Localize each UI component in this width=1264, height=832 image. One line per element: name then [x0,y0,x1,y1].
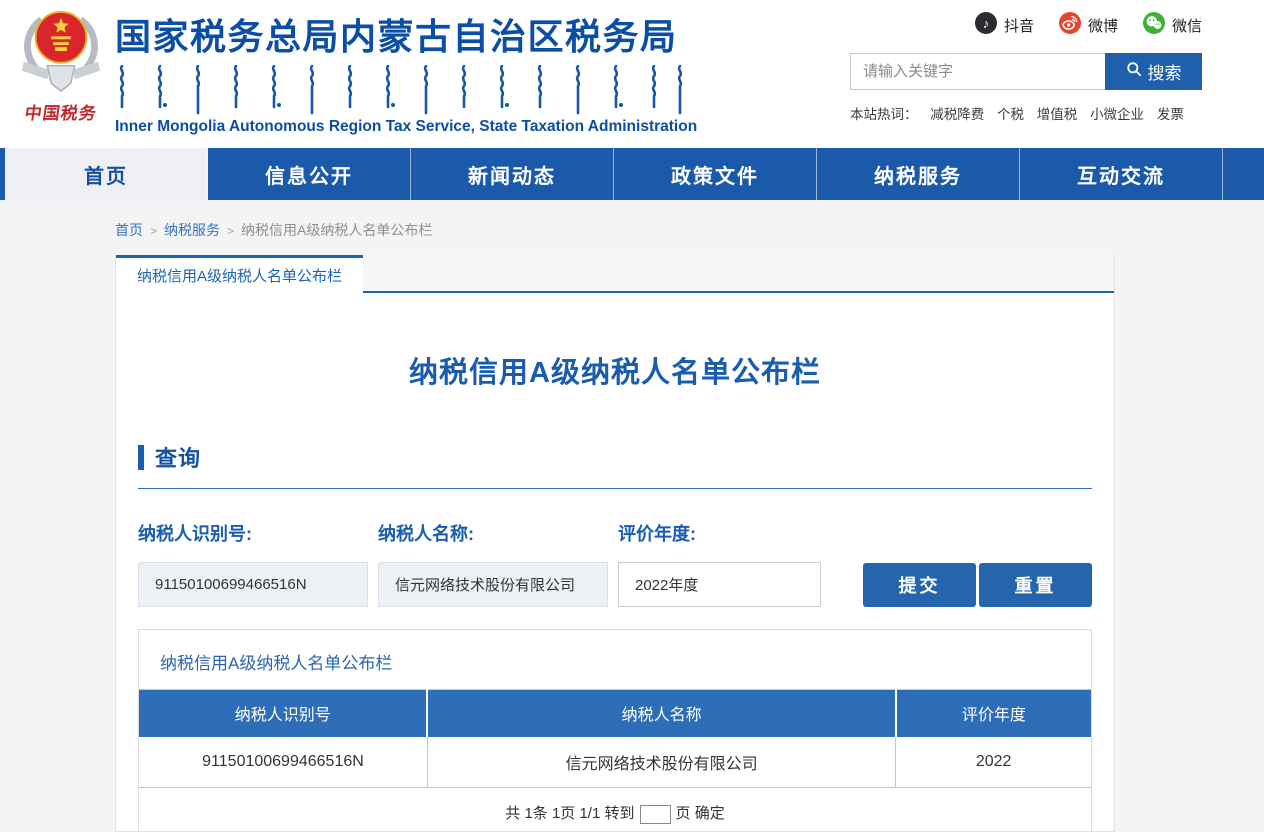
breadcrumb-separator: > [150,224,157,238]
main-nav: 首页 信息公开 新闻动态 政策文件 纳税服务 互动交流 [0,148,1264,200]
col-header-taxpayer-id: 纳税人识别号 [139,690,427,737]
site-subtitle-en: Inner Mongolia Autonomous Region Tax Ser… [115,118,775,136]
nav-item-interaction[interactable]: 互动交流 [1020,148,1223,200]
tab-credit-a-list[interactable]: 纳税信用A级纳税人名单公布栏 [116,255,363,293]
breadcrumb: 首页 > 纳税服务 > 纳税信用A级纳税人名单公布栏 [0,200,1264,255]
query-buttons: 提交 重置 [863,563,1092,607]
query-section-header: 查询 [138,441,1092,473]
social-douyin-label: 抖音 [1004,15,1034,36]
nav-item-label: 纳税服务 [874,160,962,189]
nav-item-label: 信息公开 [265,160,353,189]
breadcrumb-home-link[interactable]: 首页 [115,222,143,238]
hot-words-label: 本站热词： [850,107,918,122]
hot-word-link[interactable]: 发票 [1157,107,1184,122]
nav-item-label: 新闻动态 [468,160,556,189]
tab-bar-rule [363,255,1114,293]
social-links: ♪ 抖音 微博 [850,12,1202,38]
section-accent-bar [138,445,144,470]
pagination-confirm-button[interactable]: 确定 [695,805,725,822]
hot-word-link[interactable]: 减税降费 [930,107,984,122]
submit-button[interactable]: 提交 [863,563,976,607]
hot-word-link[interactable]: 增值税 [1037,107,1078,122]
pagination-unit: 页 [676,805,691,822]
site-title-block: 国家税务总局内蒙古自治区税务局 Inner Mongolia Autonomou… [115,8,775,136]
search-input[interactable] [850,53,1105,90]
social-wechat-label: 微信 [1172,15,1202,36]
pagination: 共 1条 1页 1/1 转到 页 确定 [139,788,1091,832]
results-table: 纳税人识别号 纳税人名称 评价年度 91150100699466516N 信元网… [139,689,1091,788]
mongolian-script [118,65,690,115]
evaluation-year-input[interactable] [618,562,821,607]
breadcrumb-separator: > [227,224,234,238]
site-search: 搜索 [850,53,1202,90]
section-divider [138,488,1092,489]
social-weibo[interactable]: 微博 [1059,12,1118,38]
douyin-icon: ♪ [975,12,997,38]
svg-text:♪: ♪ [983,16,990,31]
hot-word-link[interactable]: 小微企业 [1090,107,1144,122]
field-taxpayer-id: 纳税人识别号: [138,520,368,607]
search-icon [1126,61,1142,82]
site-header: 中国税务 国家税务总局内蒙古自治区税务局 Inner Mongolia Auto… [0,0,1264,148]
results-box: 纳税信用A级纳税人名单公布栏 纳税人识别号 纳税人名称 评价年度 9115010… [138,629,1092,832]
page-main: 首页 > 纳税服务 > 纳税信用A级纳税人名单公布栏 纳税信用A级纳税人名单公布栏 纳税… [0,200,1264,832]
breadcrumb-tax-service-link[interactable]: 纳税服务 [164,222,220,238]
page-title: 纳税信用A级纳税人名单公布栏 [116,349,1114,391]
nav-item-label: 首页 [84,160,128,189]
header-right: ♪ 抖音 微博 [850,12,1202,123]
evaluation-year-label: 评价年度: [618,520,821,546]
wechat-icon [1143,12,1165,38]
nav-item-news[interactable]: 新闻动态 [411,148,614,200]
table-header-row: 纳税人识别号 纳税人名称 评价年度 [139,690,1091,737]
search-button[interactable]: 搜索 [1105,53,1202,90]
tab-label: 纳税信用A级纳税人名单公布栏 [137,265,342,286]
query-section: 查询 纳税人识别号: 纳税人名称: 评价年度: 提交 重置 [116,441,1114,607]
logo-badge-text: 中国税务 [10,99,112,124]
results-box-title: 纳税信用A级纳税人名单公布栏 [139,630,1091,689]
nav-item-info-disclosure[interactable]: 信息公开 [208,148,411,200]
search-button-label: 搜索 [1148,59,1182,84]
query-section-title: 查询 [155,441,201,473]
page-number-input[interactable] [640,805,671,824]
field-evaluation-year: 评价年度: [618,520,821,607]
cell-taxpayer-id: 91150100699466516N [139,737,427,788]
tab-bar: 纳税信用A级纳税人名单公布栏 [116,255,1114,293]
taxpayer-name-input[interactable] [378,562,608,607]
query-form: 纳税人识别号: 纳税人名称: 评价年度: 提交 重置 [138,520,1092,607]
taxpayer-id-input[interactable] [138,562,368,607]
nav-item-tax-service[interactable]: 纳税服务 [817,148,1020,200]
site-logo[interactable]: 中国税务 [12,5,110,124]
taxpayer-name-label: 纳税人名称: [378,520,608,546]
breadcrumb-current: 纳税信用A级纳税人名单公布栏 [241,222,432,238]
nav-item-label: 互动交流 [1077,160,1165,189]
taxpayer-id-label: 纳税人识别号: [138,520,368,546]
nav-item-home[interactable]: 首页 [5,148,208,200]
col-header-evaluation-year: 评价年度 [896,690,1091,737]
social-weibo-label: 微博 [1088,15,1118,36]
site-title: 国家税务总局内蒙古自治区税务局 [115,8,775,60]
nav-item-label: 政策文件 [671,160,759,189]
content-card: 纳税信用A级纳税人名单公布栏 纳税信用A级纳税人名单公布栏 查询 纳税人识别号:… [115,255,1115,832]
social-douyin[interactable]: ♪ 抖音 [975,12,1034,38]
cell-evaluation-year: 2022 [896,737,1091,788]
col-header-taxpayer-name: 纳税人名称 [427,690,895,737]
table-row: 91150100699466516N 信元网络技术股份有限公司 2022 [139,737,1091,788]
social-wechat[interactable]: 微信 [1143,12,1202,38]
nav-filler [1223,148,1264,200]
cell-taxpayer-name: 信元网络技术股份有限公司 [427,737,895,788]
pagination-summary: 共 1条 1页 1/1 转到 [505,805,634,822]
hot-words: 本站热词： 减税降费 个税 增值税 小微企业 发票 [850,103,1202,123]
hot-word-link[interactable]: 个税 [997,107,1024,122]
reset-button[interactable]: 重置 [979,563,1092,607]
nav-item-policy[interactable]: 政策文件 [614,148,817,200]
weibo-icon [1059,12,1081,38]
field-taxpayer-name: 纳税人名称: [378,520,608,607]
